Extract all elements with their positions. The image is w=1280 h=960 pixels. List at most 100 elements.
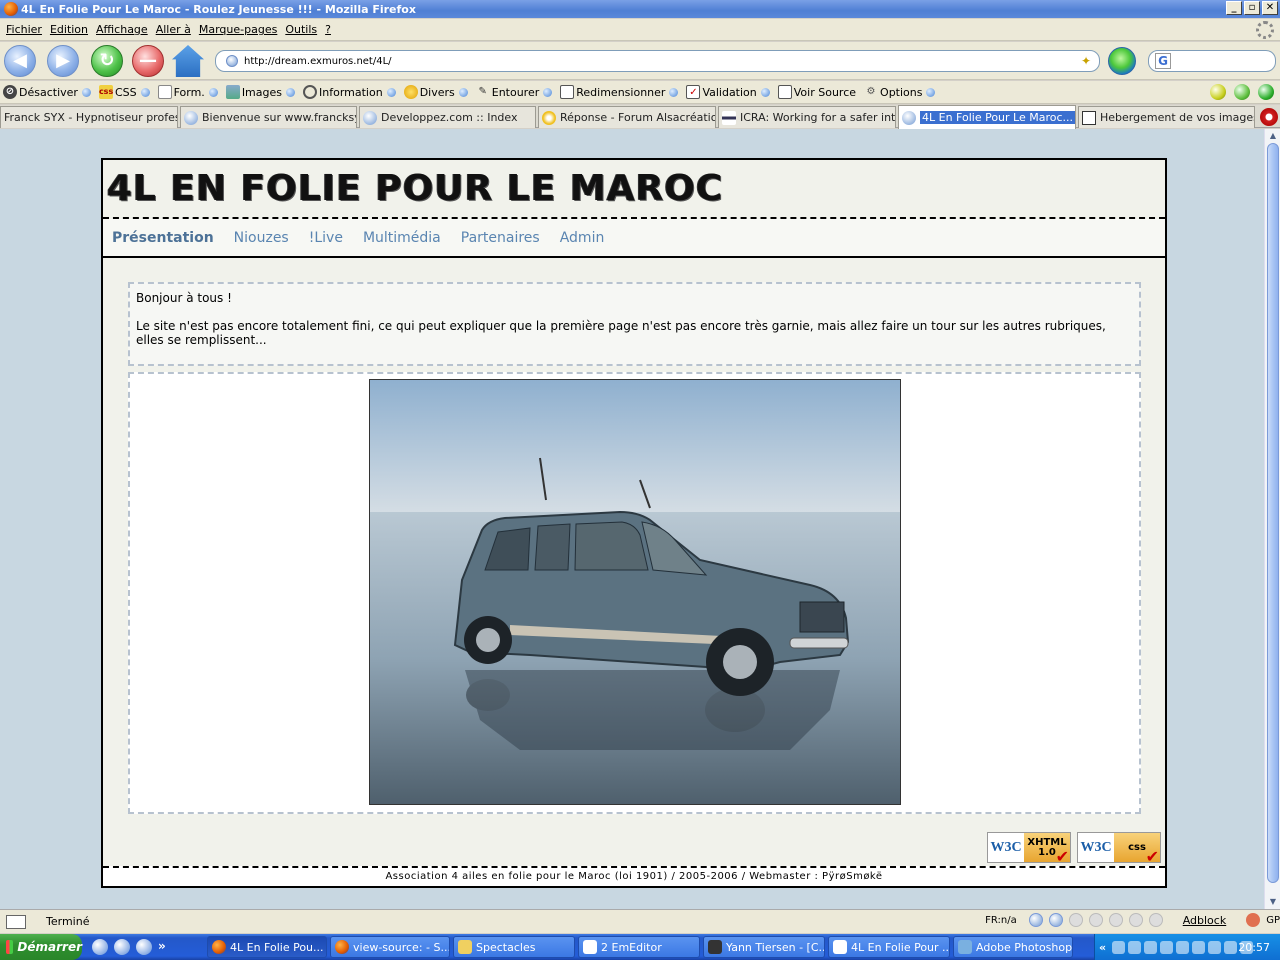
nav-multimedia[interactable]: Multimédia — [363, 230, 441, 246]
start-button[interactable]: Démarrer — [0, 934, 82, 960]
vertical-scrollbar[interactable]: ▲ ▼ — [1264, 129, 1280, 909]
nav-partenaires[interactable]: Partenaires — [461, 230, 540, 246]
menu-marque-pages[interactable]: Marque-pages — [195, 23, 281, 36]
tab-developpez[interactable]: Developpez.com :: Index — [359, 106, 536, 128]
reload-button[interactable]: ↻ — [91, 45, 123, 77]
firefox-icon — [335, 940, 349, 954]
minimize-button[interactable]: _ — [1226, 1, 1242, 15]
task-label: 4L En Folie Pour ... — [851, 940, 950, 954]
close-tab-icon[interactable] — [1260, 108, 1278, 126]
nav-live[interactable]: !Live — [309, 230, 343, 246]
menu-outils[interactable]: Outils — [281, 23, 321, 36]
scroll-down-icon[interactable]: ▼ — [1266, 895, 1280, 909]
tab-hebergement[interactable]: Hebergement de vos images ... — [1078, 106, 1255, 128]
tab-alsacreations[interactable]: Réponse - Forum Alsacréatio... — [538, 106, 716, 128]
dev-form-label: Form. — [173, 85, 205, 99]
back-button[interactable]: ◀ — [4, 45, 36, 77]
tray-icon[interactable] — [1192, 940, 1206, 954]
smiley-icon[interactable] — [1246, 913, 1261, 927]
windows-logo-icon — [6, 940, 14, 954]
go-button[interactable] — [1108, 47, 1136, 75]
tray-icon[interactable] — [1160, 940, 1174, 954]
url-bar[interactable]: http://dream.exmuros.net/4L/ ✦ — [215, 50, 1100, 72]
menu-affichage[interactable]: Affichage — [92, 23, 152, 36]
quicklaunch-ie-icon[interactable] — [136, 939, 152, 955]
photoshop-icon — [958, 940, 972, 954]
menu-fichier[interactable]: Fichier — [2, 23, 46, 36]
maximize-button[interactable]: ▫ — [1244, 1, 1260, 15]
stop-button[interactable]: — — [132, 45, 164, 77]
task-emeditor[interactable]: 2 EmEditor — [578, 936, 700, 958]
menu-help[interactable]: ? — [321, 23, 335, 36]
quicklaunch-icon[interactable] — [92, 939, 108, 955]
chevron-right-icon[interactable]: » — [158, 939, 170, 955]
tray-icon[interactable] — [1208, 940, 1222, 954]
dev-form[interactable]: Form. — [157, 85, 218, 99]
css-icon: css — [98, 85, 113, 99]
site-footer: Association 4 ailes en folie pour le Mar… — [103, 866, 1165, 886]
close-button[interactable]: ✕ — [1262, 1, 1278, 15]
dev-divers[interactable]: Divers — [403, 85, 468, 99]
site-header: 4L EN FOLIE POUR LE MAROC — [103, 160, 1165, 219]
clock[interactable]: 20:57 — [1238, 941, 1270, 954]
js-status-icon[interactable] — [1234, 84, 1250, 100]
task-yann-tiersen[interactable]: Yann Tiersen - [C... — [703, 936, 825, 958]
dev-information[interactable]: Information — [303, 85, 396, 99]
nav-niouzes[interactable]: Niouzes — [234, 230, 289, 246]
system-tray: « 20:57 — [1094, 934, 1280, 960]
nav-presentation[interactable]: Présentation — [112, 230, 214, 246]
scroll-up-icon[interactable]: ▲ — [1266, 129, 1280, 143]
dev-images[interactable]: Images — [225, 85, 295, 99]
site-feed-icon[interactable]: ✦ — [1081, 54, 1091, 68]
task-4l-en-folie[interactable]: 4L En Folie Pou... — [207, 936, 327, 958]
dev-outline[interactable]: ✎ Entourer — [476, 85, 553, 99]
tab-icra[interactable]: ICRA: Working for a safer int... — [718, 106, 896, 128]
tray-icon[interactable] — [1176, 940, 1190, 954]
css-status-icon[interactable] — [1210, 84, 1226, 100]
task-label: Yann Tiersen - [C... — [726, 940, 825, 954]
stop-icon: — — [139, 50, 157, 71]
tab-4l-en-folie[interactable]: 4L En Folie Pour Le Maroc... — [898, 105, 1076, 129]
dev-resize[interactable]: Redimensionner — [560, 85, 679, 99]
dev-disable[interactable]: ⊘ Désactiver — [3, 85, 91, 99]
tray-icon[interactable] — [1112, 940, 1126, 954]
scroll-thumb[interactable] — [1267, 143, 1279, 883]
dev-css[interactable]: css CSS — [98, 85, 150, 99]
html-status-icon[interactable] — [1258, 84, 1274, 100]
quick-launch: » — [92, 939, 207, 955]
task-4l-en-folie-2[interactable]: 4L En Folie Pour ... — [828, 936, 950, 958]
tab-franck-syx[interactable]: Franck SYX - Hypnotiseur profess... — [0, 106, 178, 128]
task-label: Adobe Photoshop — [976, 940, 1073, 954]
dev-validation[interactable]: ✓ Validation — [686, 85, 770, 99]
status-nav-icon[interactable] — [1028, 913, 1043, 927]
task-label: 2 EmEditor — [601, 940, 662, 954]
menu-edition[interactable]: Edition — [46, 23, 92, 36]
tab-bienvenue[interactable]: Bienvenue sur www.francksy... — [180, 106, 357, 128]
information-icon — [303, 85, 317, 99]
xhtml-valid-badge[interactable]: W3C XHTML 1.0 ✔ — [987, 832, 1071, 865]
dropdown-icon — [140, 87, 150, 97]
task-spectacles[interactable]: Spectacles — [453, 936, 575, 958]
task-view-source[interactable]: view-source: - S... — [330, 936, 450, 958]
nav-admin[interactable]: Admin — [560, 230, 605, 246]
dev-view-source[interactable]: Voir Source — [777, 85, 856, 99]
tray-chevron-icon[interactable]: « — [1099, 941, 1106, 954]
task-photoshop[interactable]: Adobe Photoshop — [953, 936, 1073, 958]
forward-button[interactable]: ▶ — [47, 45, 79, 77]
language-indicator[interactable]: FR:n/a — [985, 915, 1017, 926]
dev-options[interactable]: ⚙ Options — [864, 85, 936, 99]
search-box[interactable]: G — [1148, 50, 1276, 72]
gp-label[interactable]: GP — [1266, 915, 1280, 926]
menu-aller[interactable]: Aller à — [152, 23, 195, 36]
google-search-icon[interactable]: G — [1155, 53, 1171, 69]
status-nav-icon[interactable] — [1048, 913, 1063, 927]
quicklaunch-firefox-icon[interactable] — [114, 939, 130, 955]
css-valid-badge[interactable]: W3C css ✔ — [1077, 832, 1161, 865]
view-source-icon — [777, 85, 792, 99]
w3c-badges: W3C XHTML 1.0 ✔ W3C css ✔ — [987, 832, 1161, 865]
tray-icon[interactable] — [1224, 940, 1238, 954]
tray-icon[interactable] — [1144, 940, 1158, 954]
tray-icon[interactable] — [1128, 940, 1142, 954]
home-button[interactable] — [172, 45, 204, 77]
adblock-label[interactable]: Adblock — [1183, 914, 1227, 927]
